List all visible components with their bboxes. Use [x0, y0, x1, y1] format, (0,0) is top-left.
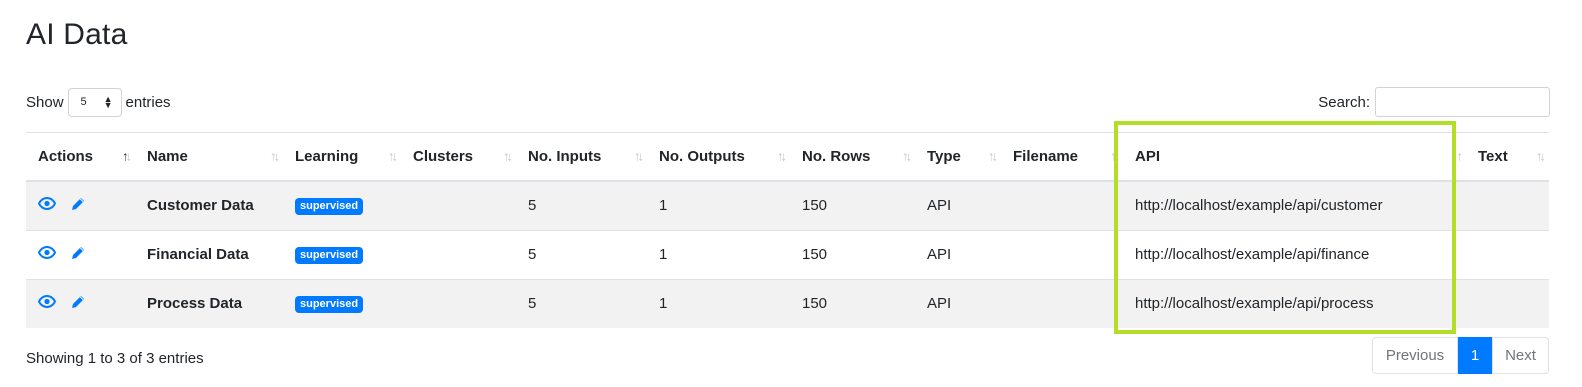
filename-cell — [1001, 180, 1123, 230]
column-header-outputs[interactable]: No. Outputs ↑↓ — [647, 132, 790, 182]
clusters-cell — [401, 278, 516, 328]
next-button[interactable]: Next — [1492, 337, 1549, 374]
rows-cell: 150 — [790, 180, 915, 230]
table-row: Financial Data supervised 5 1 150 API ht… — [26, 229, 1549, 279]
column-header-name[interactable]: Name ↑↓ — [135, 132, 283, 182]
select-arrows-icon: ▲ ▼ — [103, 94, 113, 110]
rows-cell: 150 — [790, 229, 915, 279]
page-title: AI Data — [26, 18, 128, 51]
clusters-cell — [401, 180, 516, 230]
filename-cell — [1001, 278, 1123, 328]
column-header-filename[interactable]: Filename ↑↓ — [1001, 132, 1123, 182]
inputs-cell: 5 — [516, 180, 647, 230]
column-header-inputs[interactable]: No. Inputs ↑↓ — [516, 132, 647, 182]
actions-cell — [26, 229, 135, 279]
pencil-icon[interactable] — [70, 196, 86, 216]
search-control: Search: — [1318, 87, 1550, 117]
sort-icon: ↑↓ — [503, 148, 513, 164]
api-cell: http://localhost/example/api/process — [1123, 278, 1466, 328]
actions-cell — [26, 278, 135, 328]
filename-cell — [1001, 229, 1123, 279]
pencil-icon[interactable] — [70, 294, 86, 314]
column-header-api[interactable]: API ↑ — [1123, 132, 1466, 182]
text-cell — [1466, 180, 1549, 230]
sort-icon: ↑↓ — [777, 148, 787, 164]
outputs-cell: 1 — [647, 229, 790, 279]
entries-length-value: 5 — [80, 96, 87, 108]
learning-cell: supervised — [283, 229, 401, 279]
actions-cell — [26, 180, 135, 230]
rows-cell: 150 — [790, 278, 915, 328]
api-cell: http://localhost/example/api/customer — [1123, 180, 1466, 230]
eye-icon[interactable] — [37, 294, 57, 312]
table-row: Customer Data supervised 5 1 150 API htt… — [26, 180, 1549, 230]
outputs-cell: 1 — [647, 180, 790, 230]
outputs-cell: 1 — [647, 278, 790, 328]
name-cell: Process Data — [135, 278, 283, 328]
column-header-type[interactable]: Type ↑↓ — [915, 132, 1001, 182]
pagination: Previous 1 Next — [1372, 337, 1549, 374]
sort-icon: ↑↓ — [634, 148, 644, 164]
api-cell: http://localhost/example/api/finance — [1123, 229, 1466, 279]
sort-icon: ↑↓ — [1536, 148, 1546, 164]
text-cell — [1466, 229, 1549, 279]
name-cell: Customer Data — [135, 180, 283, 230]
entries-label: entries — [125, 93, 171, 111]
type-cell: API — [915, 278, 1001, 328]
search-label: Search: — [1318, 93, 1370, 111]
pencil-icon[interactable] — [70, 245, 86, 265]
column-header-actions[interactable]: Actions ↑↓ — [26, 132, 135, 182]
type-cell: API — [915, 229, 1001, 279]
type-cell: API — [915, 180, 1001, 230]
sort-icon: ↑↓ — [122, 148, 132, 164]
page-1-button[interactable]: 1 — [1458, 337, 1492, 374]
sort-icon: ↑ — [1456, 148, 1463, 164]
sort-icon: ↑↓ — [988, 148, 998, 164]
eye-icon[interactable] — [37, 196, 57, 214]
show-label: Show — [26, 93, 64, 111]
column-header-rows[interactable]: No. Rows ↑↓ — [790, 132, 915, 182]
learning-badge: supervised — [295, 247, 364, 264]
column-header-clusters[interactable]: Clusters ↑↓ — [401, 132, 516, 182]
sort-icon: ↑↓ — [270, 148, 280, 164]
eye-icon[interactable] — [37, 245, 57, 263]
entries-length-control: Show 5 ▲ ▼ entries — [26, 87, 171, 117]
table-row: Process Data supervised 5 1 150 API http… — [26, 278, 1549, 328]
previous-button[interactable]: Previous — [1372, 337, 1458, 374]
table-header-row: Actions ↑↓ Name ↑↓ Learning ↑↓ Clusters ↑↓ N… — [26, 132, 1549, 182]
learning-badge: supervised — [295, 296, 364, 313]
sort-icon: ↑↓ — [388, 148, 398, 164]
name-cell: Financial Data — [135, 229, 283, 279]
learning-cell: supervised — [283, 180, 401, 230]
clusters-cell — [401, 229, 516, 279]
ai-data-table: Actions ↑↓ Name ↑↓ Learning ↑↓ Clusters ↑↓ N… — [26, 132, 1549, 328]
inputs-cell: 5 — [516, 229, 647, 279]
learning-badge: supervised — [295, 198, 364, 215]
inputs-cell: 5 — [516, 278, 647, 328]
search-input[interactable] — [1375, 87, 1550, 117]
column-header-text[interactable]: Text ↑↓ — [1466, 132, 1549, 182]
table-info: Showing 1 to 3 of 3 entries — [26, 350, 204, 367]
text-cell — [1466, 278, 1549, 328]
learning-cell: supervised — [283, 278, 401, 328]
entries-length-select[interactable]: 5 ▲ ▼ — [67, 87, 122, 117]
sort-icon: ↑↓ — [902, 148, 912, 164]
sort-icon: ↑↓ — [1110, 148, 1120, 164]
column-header-learning[interactable]: Learning ↑↓ — [283, 132, 401, 182]
